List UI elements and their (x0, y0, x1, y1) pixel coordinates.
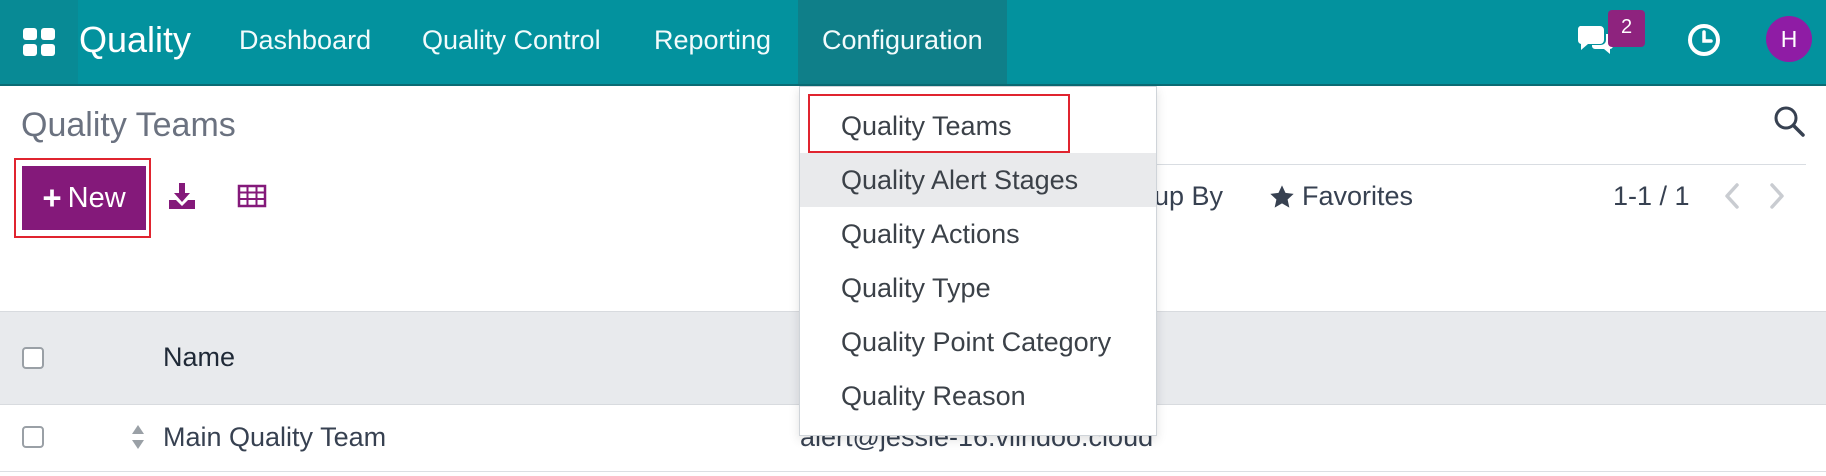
app-name[interactable]: Quality (79, 19, 191, 61)
nav-reporting[interactable]: Reporting (630, 0, 795, 84)
quality-teams-highlight-box (808, 94, 1070, 153)
favorites-toggle[interactable]: Favorites (1268, 181, 1413, 212)
nav-quality-control[interactable]: Quality Control (398, 0, 625, 84)
pager-next-button[interactable] (1764, 180, 1794, 214)
row-team-name[interactable]: Main Quality Team (163, 422, 386, 453)
search-bar-underline (1150, 164, 1806, 165)
row-checkbox[interactable] (22, 426, 44, 448)
search-button[interactable] (1773, 105, 1807, 139)
star-icon (1270, 184, 1294, 208)
grid-icon (23, 28, 55, 56)
sort-handle-icon (132, 425, 144, 449)
search-icon (1774, 106, 1805, 137)
menu-item-quality-reason[interactable]: Quality Reason (800, 369, 1156, 423)
table-icon (237, 184, 267, 208)
drag-handle[interactable] (131, 424, 145, 450)
nav-dashboard[interactable]: Dashboard (215, 0, 395, 84)
clock-icon (1688, 24, 1720, 56)
download-icon (169, 183, 195, 209)
page-title[interactable]: Quality Teams (21, 106, 236, 145)
select-all-checkbox[interactable] (22, 347, 44, 369)
menu-item-quality-actions[interactable]: Quality Actions (800, 207, 1156, 261)
favorites-label: Favorites (1302, 181, 1414, 211)
chevron-left-icon (1725, 183, 1739, 209)
activities-button[interactable] (1686, 22, 1724, 60)
nav-configuration[interactable]: Configuration (798, 0, 1007, 84)
group-by-toggle[interactable]: up By (1154, 181, 1223, 212)
column-header-name[interactable]: Name (163, 342, 235, 373)
menu-item-quality-point-category[interactable]: Quality Point Category (800, 315, 1156, 369)
pager-previous-button[interactable] (1719, 180, 1749, 214)
pager-value[interactable]: 1-1 / 1 (1613, 181, 1690, 212)
menu-item-quality-alert-stages[interactable]: Quality Alert Stages (800, 153, 1156, 207)
plus-icon: + (42, 178, 62, 216)
new-button[interactable]: + New (22, 166, 146, 230)
spreadsheet-button[interactable] (236, 180, 272, 216)
user-avatar[interactable]: H (1766, 16, 1812, 62)
export-button[interactable] (166, 180, 202, 216)
chevron-right-icon (1770, 183, 1784, 209)
new-button-label: New (67, 181, 126, 214)
apps-menu-button[interactable] (0, 0, 78, 84)
messages-count-badge: 2 (1608, 10, 1645, 47)
menu-item-quality-type[interactable]: Quality Type (800, 261, 1156, 315)
